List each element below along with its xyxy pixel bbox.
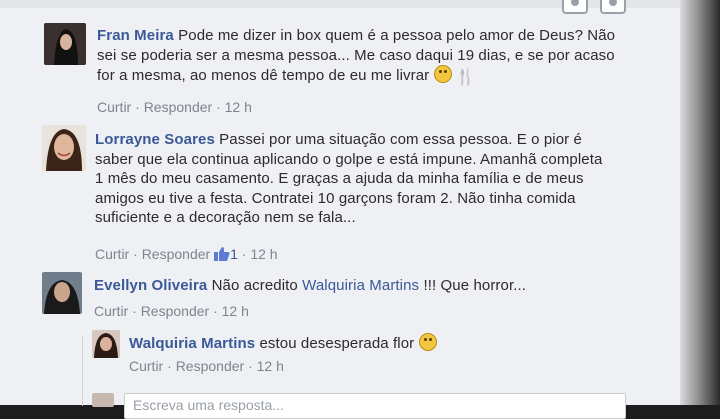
like-link[interactable]: Curtir (129, 358, 163, 374)
comment-actions: Curtir · Responder · 12 h (97, 99, 252, 115)
sticker-icon[interactable] (600, 0, 626, 14)
avatar[interactable] (44, 23, 86, 65)
author-name[interactable]: Walquiria Martins (129, 335, 255, 352)
reply-link[interactable]: Responder (142, 246, 211, 262)
thumbs-up-icon[interactable] (214, 247, 230, 261)
comment-actions: Curtir · Responder · 12 h (94, 303, 249, 319)
reply-link[interactable]: Responder (141, 303, 210, 319)
timestamp[interactable]: 12 h (225, 99, 252, 115)
top-strip (0, 0, 700, 8)
like-link[interactable]: Curtir (95, 246, 129, 262)
like-link[interactable]: Curtir (94, 303, 128, 319)
avatar-image (44, 23, 86, 65)
author-name[interactable]: Fran Meira (97, 27, 174, 44)
avatar[interactable] (42, 125, 86, 171)
like-link[interactable]: Curtir (97, 99, 131, 115)
like-count[interactable]: 1 (230, 246, 238, 262)
avatar-image (42, 125, 86, 171)
sad-face-icon (418, 333, 437, 351)
timestamp[interactable]: 12 h (257, 358, 284, 374)
avatar-image (42, 272, 82, 314)
avatar[interactable] (42, 272, 82, 314)
author-name[interactable]: Evellyn Oliveira (94, 277, 207, 294)
avatar[interactable] (92, 330, 120, 358)
reply-link[interactable]: Responder (144, 99, 213, 115)
avatar-image (92, 330, 120, 358)
monitor-bezel (680, 0, 720, 405)
timestamp[interactable]: 12 h (250, 246, 277, 262)
facebook-comments-screen: Fran Meira Pode me dizer in box quem é a… (0, 0, 700, 419)
timestamp[interactable]: 12 h (222, 303, 249, 319)
author-name[interactable]: Lorrayne Soares (95, 131, 215, 148)
comment-text: Evellyn Oliveira Não acredito Walquiria … (94, 277, 527, 294)
mention-link[interactable]: Walquiria Martins (302, 277, 419, 294)
comment-text: Walquiria Martins estou desesperada flor (129, 333, 649, 354)
reply-placeholder: Escreva uma resposta... (133, 397, 284, 413)
fork-knife-icon: 🍴 (455, 69, 476, 86)
crying-face-icon (433, 65, 452, 83)
comment-actions: Curtir · Responder 1 · 12 h (95, 246, 278, 262)
reply-link[interactable]: Responder (176, 358, 245, 374)
comment-text: Fran Meira Pode me dizer in box quem é a… (97, 27, 616, 86)
thread-divider (82, 336, 83, 406)
comment-actions: Curtir · Responder · 12 h (129, 358, 284, 374)
comment-text: Lorrayne Soares Passei por uma situação … (95, 131, 603, 226)
camera-icon[interactable] (562, 0, 588, 14)
reply-input[interactable]: Escreva uma resposta... (124, 393, 626, 419)
